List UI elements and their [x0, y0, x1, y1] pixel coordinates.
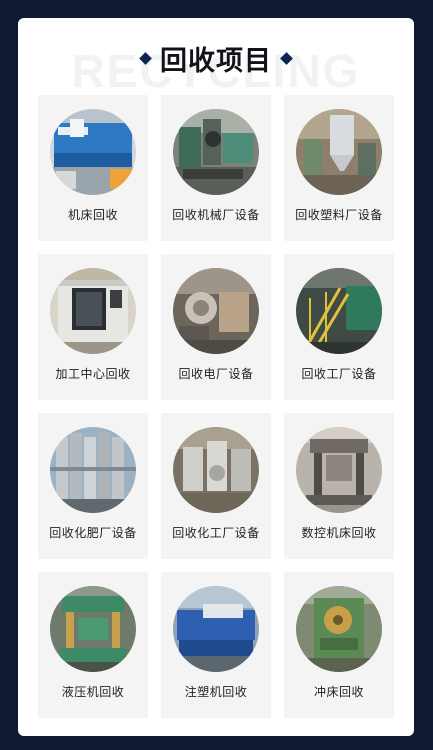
- project-grid: 机床回收 回收机械厂设备 回收塑料厂设备 加工中心回收 回收电厂设备 回收工厂设…: [38, 95, 394, 718]
- project-item-machine-tool[interactable]: 机床回收: [38, 95, 148, 241]
- plastic-plant-silo-photo: [296, 109, 382, 195]
- project-item-label: 回收塑料厂设备: [295, 208, 383, 222]
- project-item-label: 回收化肥厂设备: [49, 526, 137, 540]
- chemical-plant-vessels-photo: [173, 427, 259, 513]
- project-item-label: 加工中心回收: [55, 367, 131, 381]
- project-item-label: 回收工厂设备: [301, 367, 377, 381]
- recycling-card: RECYCLING 回收项目 机床回收 回收机械厂设备 回收塑料厂设备 加工中心…: [18, 18, 414, 736]
- page-title: 回收项目: [160, 45, 272, 77]
- hydraulic-press-photo: [50, 586, 136, 672]
- power-plant-equipment-photo: [173, 268, 259, 354]
- header: 回收项目: [18, 38, 414, 78]
- punch-press-photo: [296, 586, 382, 672]
- project-item-injection-molding[interactable]: 注塑机回收: [161, 572, 271, 718]
- project-item-label: 液压机回收: [61, 685, 125, 699]
- injection-molding-machine-photo: [173, 586, 259, 672]
- machining-center-photo: [50, 268, 136, 354]
- factory-stairs-equipment-photo: [296, 268, 382, 354]
- left-diamond-icon: [139, 51, 152, 65]
- project-item-label: 机床回收: [67, 208, 118, 222]
- project-item-factory[interactable]: 回收工厂设备: [284, 254, 394, 400]
- project-item-punch-press[interactable]: 冲床回收: [284, 572, 394, 718]
- project-item-label: 回收化工厂设备: [172, 526, 260, 540]
- press-brake-machine-photo: [50, 109, 136, 195]
- project-item-label: 回收电厂设备: [178, 367, 254, 381]
- project-item-machinery-plant[interactable]: 回收机械厂设备: [161, 95, 271, 241]
- cnc-machine-photo: [296, 427, 382, 513]
- fertilizer-plant-tanks-photo: [50, 427, 136, 513]
- project-item-power-plant[interactable]: 回收电厂设备: [161, 254, 271, 400]
- project-item-plastic-plant[interactable]: 回收塑料厂设备: [284, 95, 394, 241]
- project-item-chemical-plant[interactable]: 回收化工厂设备: [161, 413, 271, 559]
- project-item-cnc-machine[interactable]: 数控机床回收: [284, 413, 394, 559]
- project-item-label: 回收机械厂设备: [172, 208, 260, 222]
- machinery-workshop-photo: [173, 109, 259, 195]
- project-item-label: 冲床回收: [313, 685, 364, 699]
- project-item-label: 数控机床回收: [301, 526, 377, 540]
- right-diamond-icon: [280, 51, 293, 65]
- project-item-fertilizer-plant[interactable]: 回收化肥厂设备: [38, 413, 148, 559]
- project-item-machining-center[interactable]: 加工中心回收: [38, 254, 148, 400]
- project-item-label: 注塑机回收: [184, 685, 248, 699]
- project-item-hydraulic-press[interactable]: 液压机回收: [38, 572, 148, 718]
